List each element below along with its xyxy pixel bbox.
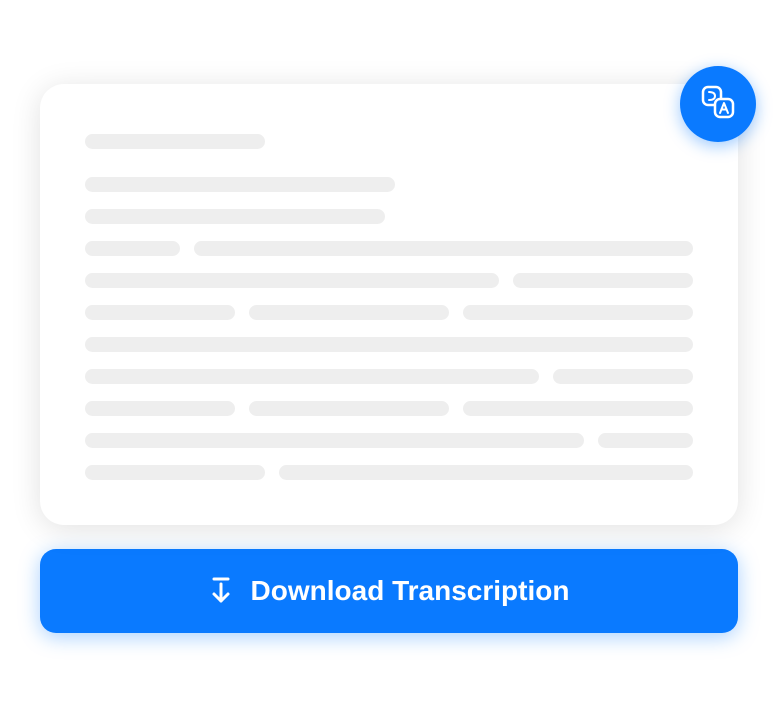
skeleton-line: [85, 209, 385, 224]
skeleton-line: [463, 401, 693, 416]
transcription-document-card: [40, 84, 738, 525]
skeleton-row: [85, 305, 693, 320]
skeleton-line: [85, 337, 693, 352]
skeleton-line: [194, 241, 693, 256]
skeleton-line: [85, 305, 235, 320]
download-button-label: Download Transcription: [251, 575, 570, 607]
skeleton-line: [249, 305, 449, 320]
translate-icon: [697, 81, 739, 127]
skeleton-title: [85, 134, 265, 149]
skeleton-row: [85, 401, 693, 416]
skeleton-line: [513, 273, 693, 288]
download-icon: [209, 577, 233, 605]
skeleton-line: [85, 465, 265, 480]
skeleton-row: [85, 177, 693, 192]
skeleton-line: [85, 433, 584, 448]
skeleton-line: [85, 273, 499, 288]
skeleton-row: [85, 241, 693, 256]
skeleton-row: [85, 369, 693, 384]
skeleton-line: [85, 401, 235, 416]
skeleton-row: [85, 209, 693, 224]
skeleton-line: [249, 401, 449, 416]
skeleton-line: [85, 241, 180, 256]
skeleton-row: [85, 465, 693, 480]
skeleton-line: [553, 369, 693, 384]
skeleton-row: [85, 273, 693, 288]
skeleton-line: [279, 465, 693, 480]
skeleton-line: [598, 433, 693, 448]
skeleton-line: [463, 305, 693, 320]
skeleton-line: [85, 177, 395, 192]
skeleton-line: [85, 369, 539, 384]
translate-button[interactable]: [680, 66, 756, 142]
skeleton-row: [85, 337, 693, 352]
download-transcription-button[interactable]: Download Transcription: [40, 549, 738, 633]
skeleton-row: [85, 433, 693, 448]
